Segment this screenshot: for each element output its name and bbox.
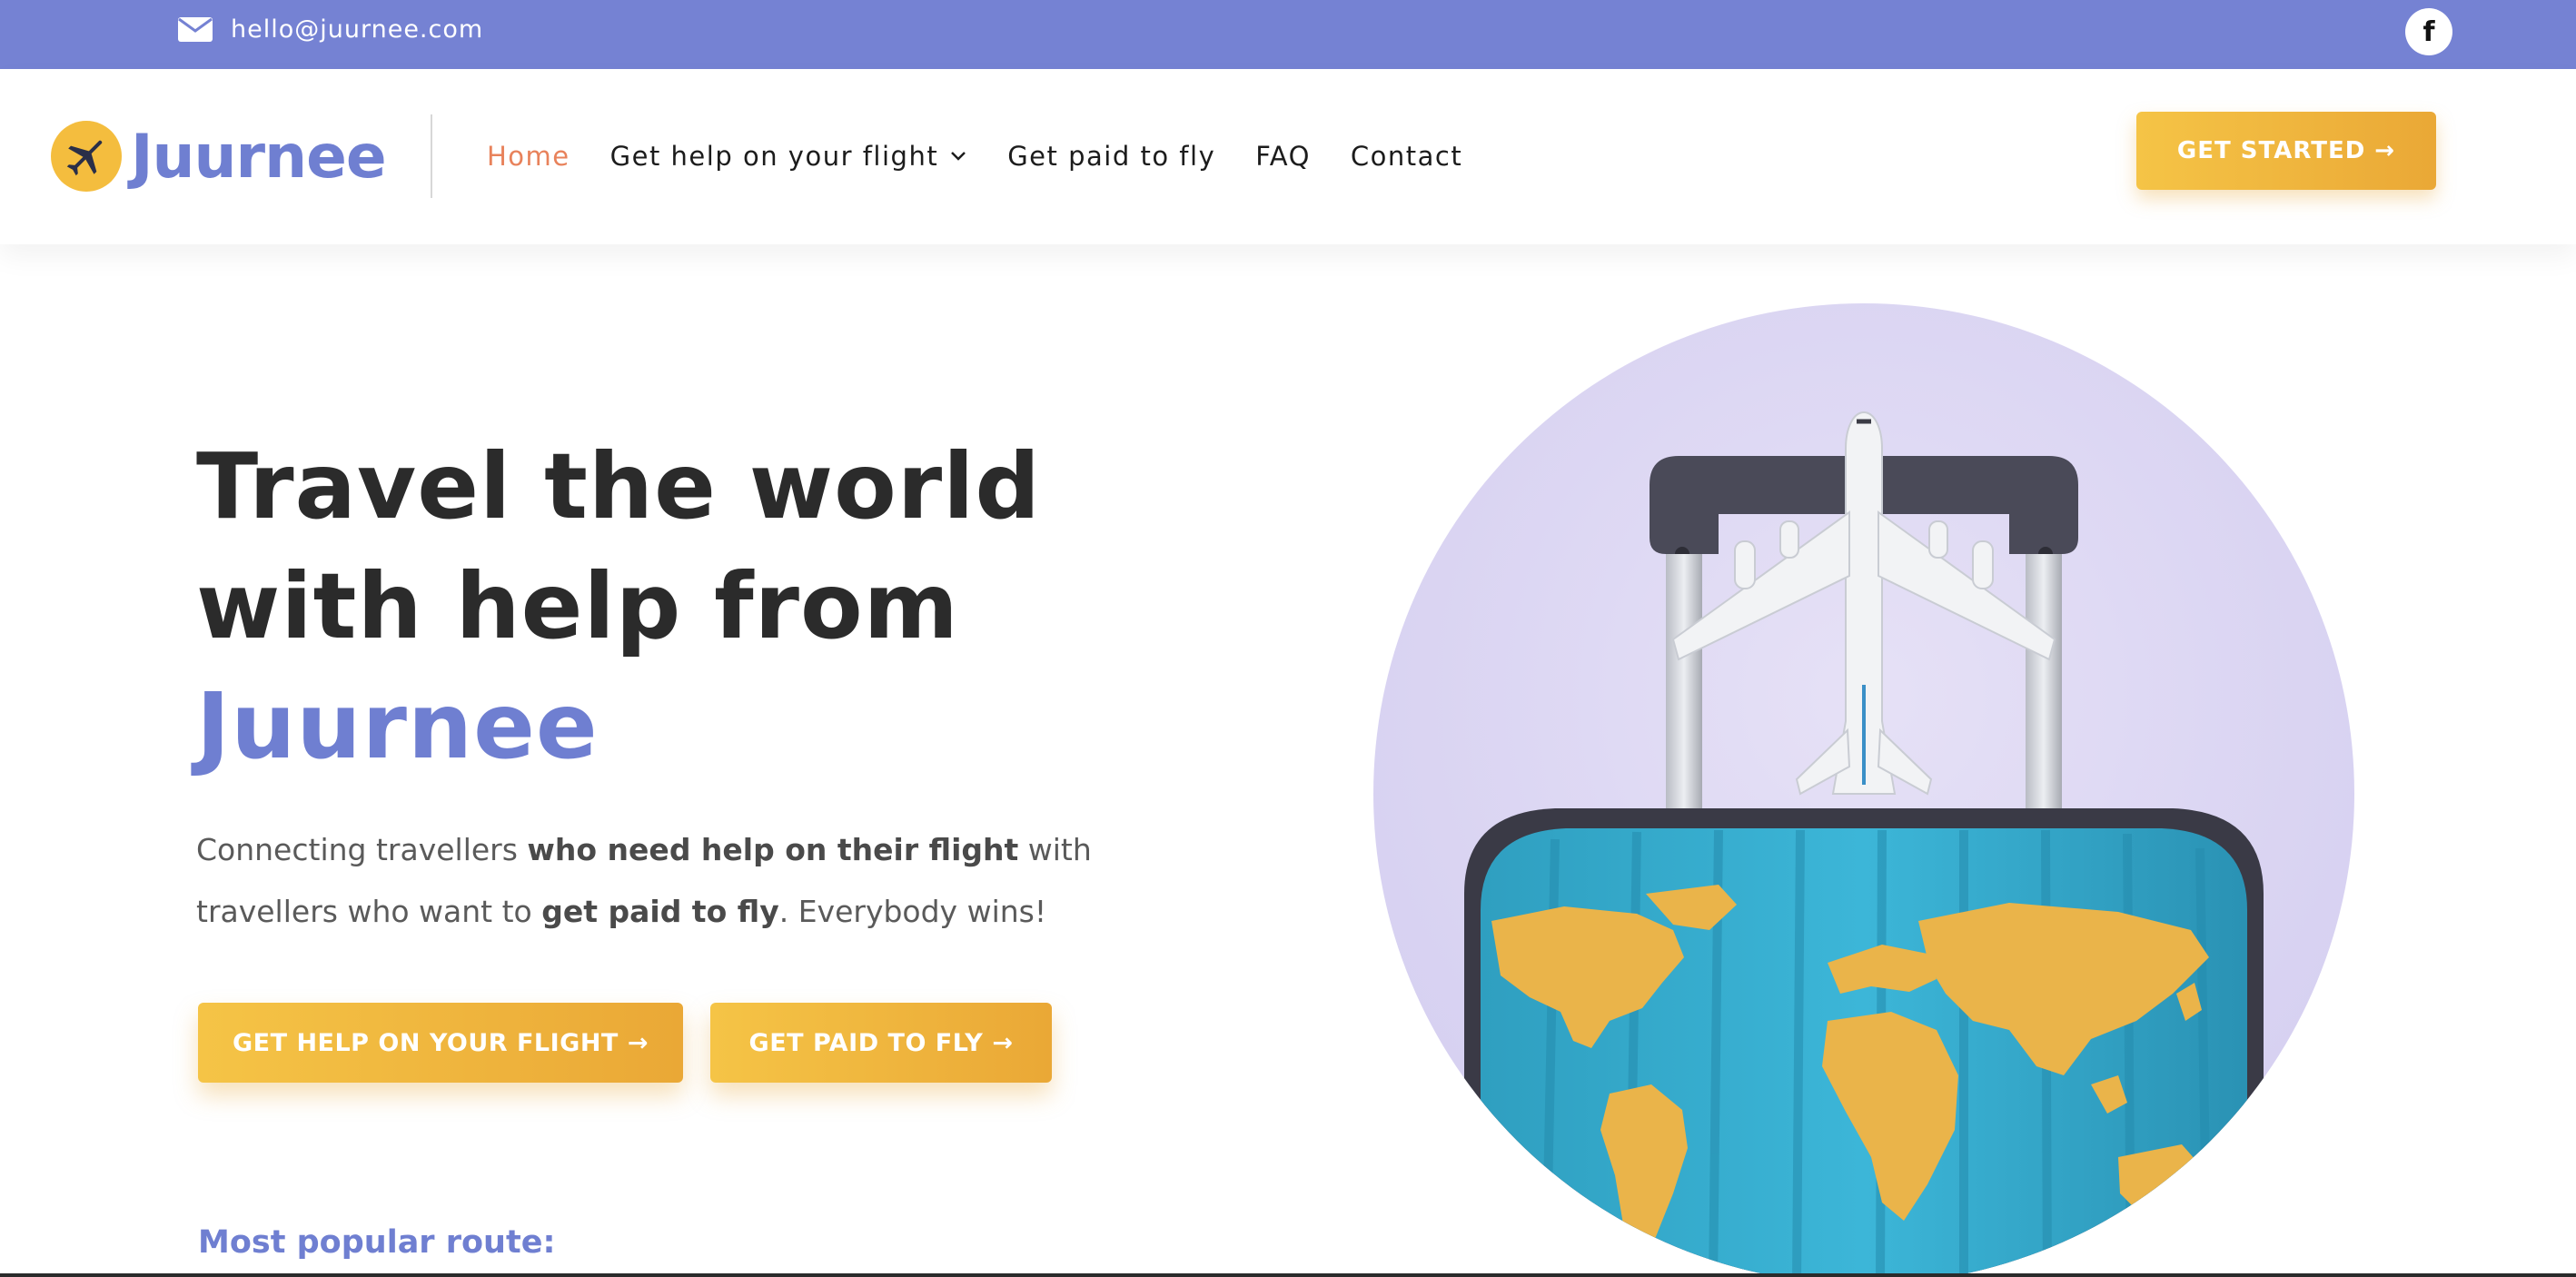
- hero-title: Travel the world with help from Juurnee: [196, 427, 1195, 787]
- facebook-glyph: f: [2422, 15, 2435, 48]
- hero-subtitle: Connecting travellers who need help on t…: [196, 819, 1195, 943]
- logo[interactable]: Juurnee: [51, 118, 387, 194]
- subtitle-part3: . Everybody wins!: [778, 894, 1047, 929]
- hero-title-accent: Juurnee: [196, 673, 599, 779]
- email-text: hello@juurnee.com: [231, 15, 484, 44]
- hero-image: [1373, 303, 2354, 1277]
- email-link[interactable]: hello@juurnee.com: [178, 13, 483, 45]
- nav-label-home: Home: [487, 141, 570, 172]
- nav-label-get-paid: Get paid to fly: [1007, 141, 1216, 172]
- arrow-right-icon: →: [992, 1028, 1014, 1057]
- nav-item-contact[interactable]: Contact: [1351, 141, 1462, 172]
- subtitle-part1: Connecting travellers: [196, 832, 528, 867]
- get-paid-button[interactable]: GET PAID TO FLY →: [710, 1003, 1052, 1083]
- arrow-right-icon: →: [2374, 137, 2396, 164]
- main-nav: Home Get help on your flight Get paid to…: [487, 133, 1502, 180]
- hero-title-line1: Travel the world: [196, 433, 1042, 540]
- subtitle-bold1: who need help on their flight: [527, 832, 1019, 867]
- nav-label-faq: FAQ: [1255, 141, 1311, 172]
- get-help-button[interactable]: GET HELP ON YOUR FLIGHT →: [198, 1003, 683, 1083]
- nav-item-get-help[interactable]: Get help on your flight: [610, 141, 968, 172]
- top-bar: hello@juurnee.com f: [0, 0, 2576, 69]
- nav-item-faq[interactable]: FAQ: [1255, 141, 1311, 172]
- nav-label-contact: Contact: [1350, 141, 1463, 172]
- nav-label-get-help: Get help on your flight: [609, 141, 939, 172]
- suitcase-airplane-illustration: [1373, 303, 2354, 1277]
- page: hello@juurnee.com f Juurnee Home Get hel…: [0, 0, 2576, 1277]
- airplane-icon: [51, 121, 122, 192]
- header-divider: [431, 114, 432, 198]
- site-header: Juurnee Home Get help on your flight Get…: [0, 69, 2576, 244]
- bottom-edge: [0, 1273, 2576, 1277]
- nav-item-home[interactable]: Home: [487, 141, 570, 172]
- get-started-button[interactable]: GET STARTED →: [2136, 112, 2436, 190]
- chevron-down-icon: [951, 152, 966, 161]
- get-started-label: GET STARTED: [2176, 137, 2366, 164]
- facebook-icon[interactable]: f: [2405, 8, 2452, 55]
- popular-route-heading: Most popular route:: [198, 1224, 556, 1261]
- get-paid-label: GET PAID TO FLY: [748, 1028, 984, 1057]
- logo-text: Juurnee: [131, 121, 387, 192]
- envelope-icon: [178, 16, 213, 42]
- hero-title-line2: with help from: [196, 553, 959, 659]
- arrow-right-icon: →: [627, 1028, 649, 1057]
- get-help-label: GET HELP ON YOUR FLIGHT: [233, 1028, 619, 1057]
- subtitle-bold2: get paid to fly: [541, 894, 779, 929]
- nav-item-get-paid[interactable]: Get paid to fly: [1007, 141, 1215, 172]
